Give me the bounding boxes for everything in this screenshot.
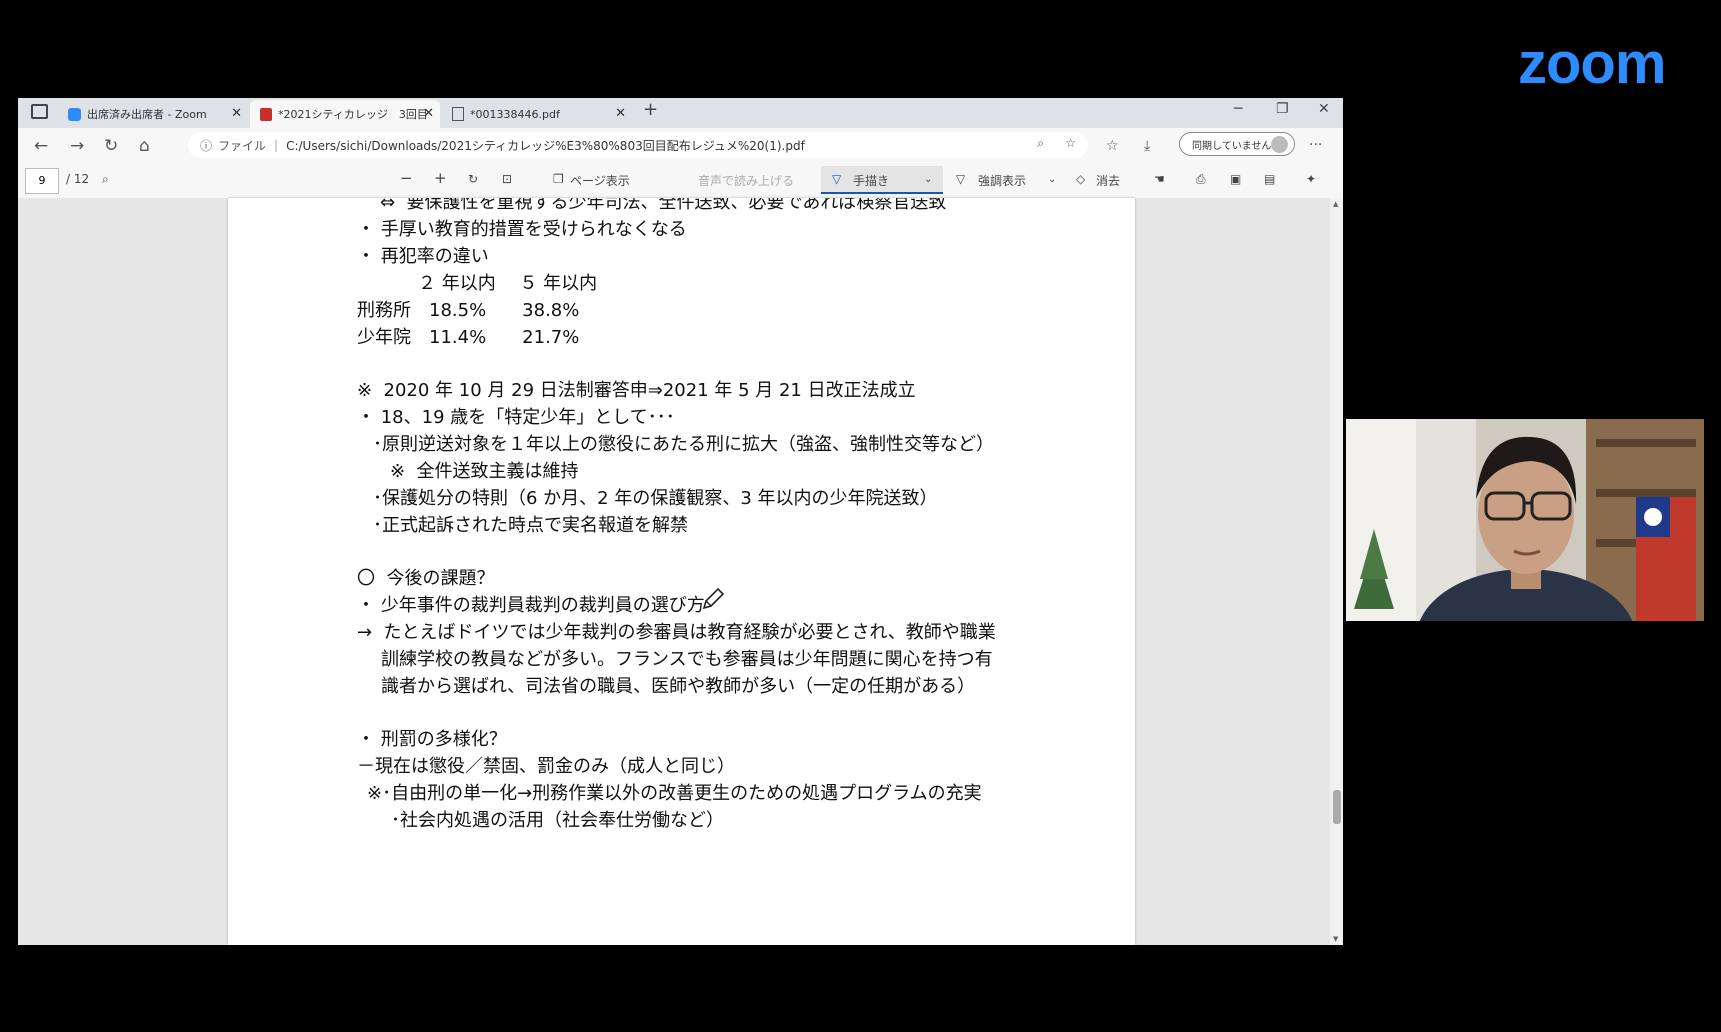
doc-line: ･正式起訴された時点で実名報道を解禁 <box>373 515 688 536</box>
erase-button[interactable]: 消去 <box>1096 172 1120 189</box>
doc-line: 少年院 11.4% 21.7% <box>357 327 580 348</box>
rotate-icon[interactable]: ↻ <box>468 172 478 186</box>
favorite-add-icon[interactable]: ☆ <box>1065 136 1076 150</box>
participant-video[interactable] <box>1346 419 1704 621</box>
doc-line: ･保護処分の特則（6 か月、2 年の保護観察、3 年以内の少年院送致） <box>373 488 938 509</box>
highlight-button[interactable]: 強調表示 <box>978 172 1026 189</box>
scroll-up-icon[interactable]: ▲ <box>1333 200 1338 208</box>
doc-line: ２ 年以内 ５ 年以内 <box>418 273 598 294</box>
pin-icon[interactable]: ✦ <box>1306 172 1316 186</box>
search-icon[interactable]: ⌕ <box>102 172 109 187</box>
doc-line: 〇 今後の課題？ <box>357 568 495 589</box>
file-icon <box>452 107 464 121</box>
doc-line: ⇔ 要保護性を重視する少年司法、全件送致、必要であれば検察官送致 <box>380 198 947 213</box>
doc-line: －現在は懲役／禁固、罰金のみ（成人と同じ） <box>357 756 735 777</box>
draw-icon: ▽ <box>832 172 842 186</box>
restore-button[interactable]: ❐ <box>1276 101 1289 117</box>
download-icon[interactable]: ⤓ <box>1144 138 1150 154</box>
new-tab-button[interactable]: + <box>643 99 658 120</box>
refresh-icon[interactable]: ↻ <box>104 136 118 156</box>
pen-cursor-icon <box>702 587 725 610</box>
tab-pdf-resume[interactable]: *2021シティカレッジ 3回目配布レジ ✕ <box>250 100 440 128</box>
eraser-icon: ◇ <box>1076 172 1086 186</box>
doc-line: ・ 刑罰の多様化？ <box>357 729 507 750</box>
tab-zoom[interactable]: 出席済み出席者 - Zoom ✕ <box>58 100 248 128</box>
zoom-icon[interactable]: ⌕ <box>1037 136 1044 151</box>
save-icon[interactable]: ▣ <box>1230 172 1241 186</box>
zoom-logo: zoom <box>1518 31 1666 96</box>
scrollbar[interactable]: ▲ ▼ <box>1330 198 1343 945</box>
doc-line: ※･自由刑の単一化→刑務作業以外の改善更生のための処遇プログラムの充実 <box>367 783 982 804</box>
doc-line: ・ 手厚い教育的措置を受けられなくなる <box>357 219 687 240</box>
doc-line: → たとえばドイツでは少年裁判の参審員は教育経験が必要とされ、教師や職業 <box>357 622 996 643</box>
favorites-icon[interactable]: ☆ <box>1106 138 1119 154</box>
sync-button[interactable]: 同期していません <box>1179 132 1295 156</box>
tab-title: *001338446.pdf <box>470 107 560 121</box>
fit-page-icon[interactable]: ⊡ <box>502 172 512 186</box>
scroll-down-icon[interactable]: ▼ <box>1333 935 1338 943</box>
touch-icon[interactable]: ☚ <box>1154 172 1165 186</box>
doc-line: ・ 18、19 歳を「特定少年」として･･･ <box>357 407 675 428</box>
print-icon[interactable]: ⎙ <box>1196 172 1206 187</box>
doc-line: ･社会内処遇の活用（社会奉仕労働など） <box>391 810 724 831</box>
doc-line: ※ 全件送致主義は維持 <box>390 461 579 482</box>
zoom-icon <box>68 107 81 121</box>
zoom-out-icon[interactable]: − <box>400 169 413 187</box>
tab-pdf-document[interactable]: *001338446.pdf ✕ <box>442 100 632 128</box>
browser-window: 出席済み出席者 - Zoom ✕ *2021シティカレッジ 3回目配布レジ ✕ … <box>18 98 1343 945</box>
doc-line: ･原則逆送対象を１年以上の懲役にあたる刑に拡大（強盗、強制性交等など） <box>373 434 994 455</box>
doc-line: ・ 再犯率の違い <box>357 246 489 267</box>
sync-label: 同期していません <box>1192 140 1272 152</box>
doc-line: ・ 少年事件の裁判員裁判の裁判員の選び方 <box>357 595 705 616</box>
doc-line: 識者から選ばれ、司法省の職員、医師や教師が多い（一定の任期がある） <box>381 676 976 697</box>
file-scheme-label: ファイル <box>218 138 267 153</box>
url-field[interactable]: ⓘ ファイル | C:/Users/sichi/Downloads/2021シテ… <box>188 132 1088 158</box>
back-icon[interactable]: ← <box>34 136 48 156</box>
info-icon[interactable]: ⓘ <box>200 137 212 154</box>
participant-video-image <box>1346 419 1704 621</box>
pdf-viewer: ⇔ 要保護性を重視する少年司法、全件送致、必要であれば検察官送致 ・ 手厚い教育… <box>18 198 1343 945</box>
draw-button[interactable]: 手描き <box>853 172 889 189</box>
chevron-down-icon[interactable]: ⌄ <box>924 174 932 185</box>
close-icon[interactable]: ✕ <box>615 106 626 121</box>
save-as-icon[interactable]: ▤ <box>1264 172 1275 186</box>
tab-title: 出席済み出席者 - Zoom <box>87 108 207 121</box>
forward-icon[interactable]: → <box>70 136 84 156</box>
scrollbar-thumb[interactable] <box>1333 790 1341 824</box>
close-window-button[interactable]: ✕ <box>1318 101 1330 117</box>
page-view-button[interactable]: ページ表示 <box>570 172 630 189</box>
more-icon[interactable]: ··· <box>1309 137 1322 153</box>
url-separator: | <box>274 138 279 152</box>
page-view-icon: ❐ <box>553 172 564 186</box>
chevron-down-icon[interactable]: ⌄ <box>1048 174 1056 185</box>
doc-line: 刑務所 18.5% 38.8% <box>357 300 580 321</box>
home-icon[interactable]: ⌂ <box>139 136 150 156</box>
tab-title: *2021シティカレッジ 3回目配布レジ <box>278 108 428 121</box>
pdf-page: ⇔ 要保護性を重視する少年司法、全件送致、必要であれば検察官送致 ・ 手厚い教育… <box>228 198 1135 945</box>
close-icon[interactable]: ✕ <box>231 106 242 121</box>
avatar <box>1271 136 1288 153</box>
doc-line: 訓練学校の教員などが多い。フランスでも参審員は少年問題に関心を持つ有 <box>381 649 993 670</box>
page-total: / 12 <box>66 172 90 186</box>
tab-actions-icon[interactable] <box>31 104 48 119</box>
zoom-in-icon[interactable]: + <box>434 169 447 187</box>
pdf-icon <box>260 107 272 121</box>
close-icon[interactable]: ✕ <box>423 106 434 121</box>
tab-bar: 出席済み出席者 - Zoom ✕ *2021シティカレッジ 3回目配布レジ ✕ … <box>18 98 1343 128</box>
minimize-button[interactable]: ─ <box>1234 101 1242 117</box>
pdf-toolbar: 9 / 12 ⌕ − + ↻ ⊡ ❐ ページ表示 音声で読み上げる ▽ 手描き … <box>18 162 1343 199</box>
read-aloud-button[interactable]: 音声で読み上げる <box>698 172 794 189</box>
url-text: C:/Users/sichi/Downloads/2021シティカレッジ%E3%… <box>286 138 805 153</box>
page-number-input[interactable]: 9 <box>25 168 59 194</box>
address-bar: ← → ↻ ⌂ ⓘ ファイル | C:/Users/sichi/Download… <box>18 128 1343 163</box>
highlight-icon: ▽ <box>956 172 966 186</box>
doc-line: ※ 2020 年 10 月 29 日法制審答申⇒2021 年 5 月 21 日改… <box>357 380 916 401</box>
